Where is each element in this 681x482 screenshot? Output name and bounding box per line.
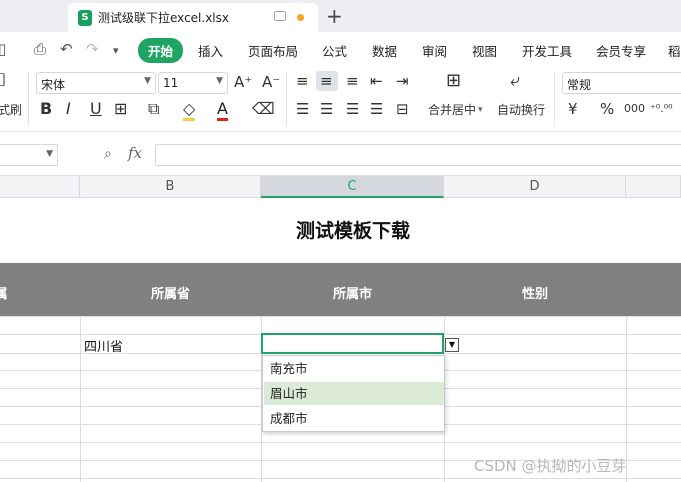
bold-button[interactable]: B: [40, 100, 52, 118]
chevron-down-icon: ▼: [46, 149, 53, 159]
watermark: CSDN @执拗的小豆芽: [474, 457, 627, 475]
undo-icon[interactable]: ↶: [60, 40, 73, 58]
menu-bar: ▯ ⎙ ↶ ↷ ▾ 开始 插入 页面布局 公式 数据 审阅 视图 开发工具 会员…: [0, 32, 681, 66]
tab-strip: S 测试级联下拉excel.xlsx +: [0, 0, 681, 32]
column-header-e[interactable]: [626, 176, 681, 198]
borders-icon[interactable]: ⊞: [114, 100, 127, 118]
menu-member[interactable]: 会员专享: [596, 41, 646, 60]
save-icon[interactable]: ▯: [0, 40, 6, 58]
ribbon-toolbar: ⌷ 式刷 宋体 ▼ 11 ▼ A⁺ A⁻ B I U ⊞ ⧉ ◇ A ⌫ ≡ ≡…: [0, 66, 681, 132]
header-cell-gender: 性别: [521, 287, 548, 302]
active-cell-city[interactable]: [261, 333, 444, 354]
header-cell-province: 所属省: [150, 287, 190, 302]
ribbon-divider: [286, 72, 287, 126]
format-painter-icon[interactable]: ⌷: [0, 72, 7, 90]
font-name-value: 宋体: [41, 78, 66, 92]
align-top-icon[interactable]: ≡: [296, 72, 309, 90]
eraser-icon[interactable]: ⌫: [252, 100, 275, 118]
align-right-icon[interactable]: ☰: [346, 100, 359, 118]
customize-toolbar-icon[interactable]: ▾: [113, 42, 119, 60]
spreadsheet-logo-icon: S: [78, 9, 92, 26]
grid-line: [0, 442, 681, 443]
merge-center-label[interactable]: 合并居中: [428, 102, 476, 118]
chevron-down-icon: ▼: [216, 76, 223, 86]
menu-home[interactable]: 开始: [138, 38, 184, 63]
align-bottom-icon[interactable]: ≡: [346, 72, 359, 90]
monitor-icon[interactable]: [274, 11, 286, 21]
name-box[interactable]: ▼: [0, 144, 58, 166]
font-color-icon[interactable]: A: [217, 100, 228, 121]
column-header-d[interactable]: D: [444, 176, 626, 198]
wrap-text-icon[interactable]: ⤶: [510, 72, 520, 90]
chevron-down-icon[interactable]: ▾: [478, 102, 483, 118]
format-painter-label[interactable]: 式刷: [0, 102, 22, 118]
header-cell-a: 属: [0, 287, 8, 302]
validation-dropdown-list: 南充市 眉山市 成都市: [262, 355, 445, 432]
align-left-icon[interactable]: ☰: [296, 100, 309, 118]
underline-button[interactable]: U: [90, 100, 102, 118]
indent-decrease-icon[interactable]: ⇤: [370, 72, 383, 90]
document-title: 测试级联下拉excel.xlsx: [98, 11, 229, 25]
unsaved-dot-icon: [297, 14, 304, 21]
header-cell-city: 所属市: [332, 287, 372, 302]
grid-line: [0, 316, 681, 317]
grid-line: [0, 478, 681, 479]
font-size-value: 11: [163, 76, 179, 90]
redo-icon[interactable]: ↷: [86, 40, 99, 58]
search-icon[interactable]: ⌕: [104, 146, 112, 162]
indent-increase-icon[interactable]: ⇥: [396, 72, 409, 90]
italic-button[interactable]: I: [66, 100, 71, 118]
ribbon-divider: [28, 72, 29, 126]
menu-data[interactable]: 数据: [372, 41, 397, 60]
distributed-icon[interactable]: ⊟: [396, 100, 409, 118]
menu-page-layout[interactable]: 页面布局: [248, 41, 298, 60]
document-tab[interactable]: S 测试级联下拉excel.xlsx: [68, 3, 318, 32]
menu-review[interactable]: 审阅: [422, 41, 447, 60]
decimal-button[interactable]: ⁺⁰.⁰⁰: [650, 100, 673, 118]
formula-bar: ▼ ⌕ fx: [0, 132, 681, 176]
number-format-value: 常规: [567, 78, 592, 92]
menu-insert[interactable]: 插入: [198, 41, 223, 60]
ribbon-divider: [554, 72, 555, 126]
dropdown-option[interactable]: 成都市: [264, 407, 444, 430]
function-button[interactable]: fx: [128, 144, 142, 162]
number-format-select[interactable]: 常规: [562, 72, 681, 94]
formula-input[interactable]: [155, 144, 681, 166]
print-preview-icon[interactable]: ⎙: [34, 40, 46, 58]
chevron-down-icon: ▼: [144, 76, 151, 86]
grow-font-button[interactable]: A⁺: [234, 73, 252, 91]
font-size-select[interactable]: 11 ▼: [158, 72, 228, 94]
fill-color-icon[interactable]: ◇: [183, 100, 196, 121]
thousands-button[interactable]: 000: [624, 100, 645, 118]
menu-developer[interactable]: 开发工具: [522, 41, 572, 60]
menu-more[interactable]: 稻: [668, 41, 681, 60]
currency-button[interactable]: ¥: [568, 100, 578, 118]
justify-icon[interactable]: ☰: [370, 100, 383, 118]
dropdown-option[interactable]: 南充市: [264, 357, 444, 380]
column-header-a[interactable]: [0, 176, 80, 198]
align-center-icon[interactable]: ☰: [320, 100, 333, 118]
sheet-title: 测试模板下载: [295, 220, 410, 242]
merge-center-icon[interactable]: ⊞: [446, 72, 461, 90]
menu-view[interactable]: 视图: [472, 41, 497, 60]
column-header-b[interactable]: B: [80, 176, 261, 198]
font-name-select[interactable]: 宋体 ▼: [36, 72, 156, 94]
new-tab-button[interactable]: +: [326, 4, 343, 28]
cell-style-icon[interactable]: ⧉: [148, 100, 159, 118]
align-middle-icon[interactable]: ≡: [320, 72, 333, 90]
shrink-font-button[interactable]: A⁻: [262, 73, 280, 91]
wrap-text-label[interactable]: 自动换行: [497, 102, 545, 118]
percent-button[interactable]: %: [600, 100, 614, 118]
menu-formulas[interactable]: 公式: [322, 41, 347, 60]
cell-province-value[interactable]: 四川省: [84, 336, 123, 355]
column-header-c[interactable]: C: [261, 176, 444, 198]
dropdown-arrow-button[interactable]: ▼: [445, 338, 459, 352]
dropdown-option-highlighted[interactable]: 眉山市: [264, 382, 444, 405]
